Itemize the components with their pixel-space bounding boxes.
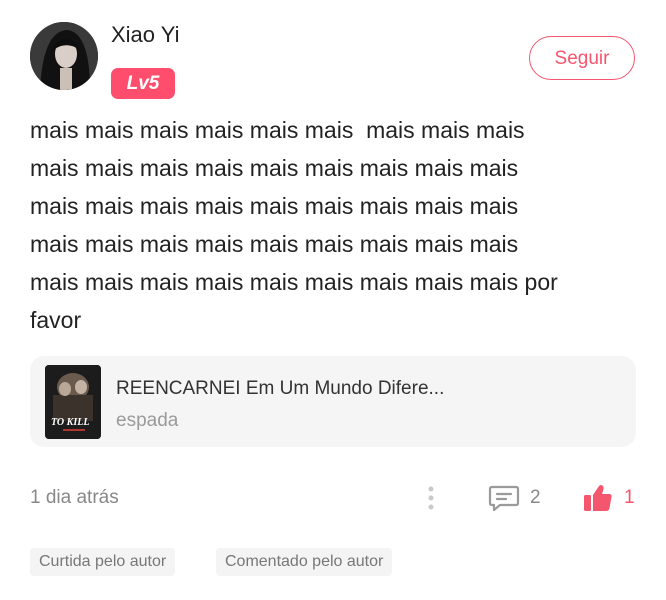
book-tag: espada (116, 410, 179, 431)
username[interactable]: Xiao Yi (111, 22, 180, 48)
comment-count: 2 (530, 487, 541, 508)
book-card[interactable]: TO KILL REENCARNEI Em Um Mundo Difere...… (30, 356, 636, 447)
commented-by-author-badge: Comentado pelo autor (216, 548, 393, 576)
comment-icon[interactable] (488, 484, 520, 512)
more-vertical-icon[interactable] (425, 485, 437, 513)
cover-title: TO KILL (51, 417, 89, 428)
level-badge: Lv5 (111, 68, 175, 99)
post-text: mais mais mais mais mais mais mais mais … (30, 117, 558, 333)
book-title: REENCARNEI Em Um Mundo Difere... (116, 378, 445, 399)
thumbs-up-icon[interactable] (582, 482, 614, 514)
follow-button[interactable]: Seguir (529, 36, 635, 80)
avatar[interactable] (30, 22, 98, 90)
book-cover: TO KILL (45, 365, 101, 439)
like-count: 1 (624, 487, 635, 508)
post-time: 1 dia atrás (30, 487, 119, 508)
liked-by-author-badge: Curtida pelo autor (30, 548, 176, 576)
